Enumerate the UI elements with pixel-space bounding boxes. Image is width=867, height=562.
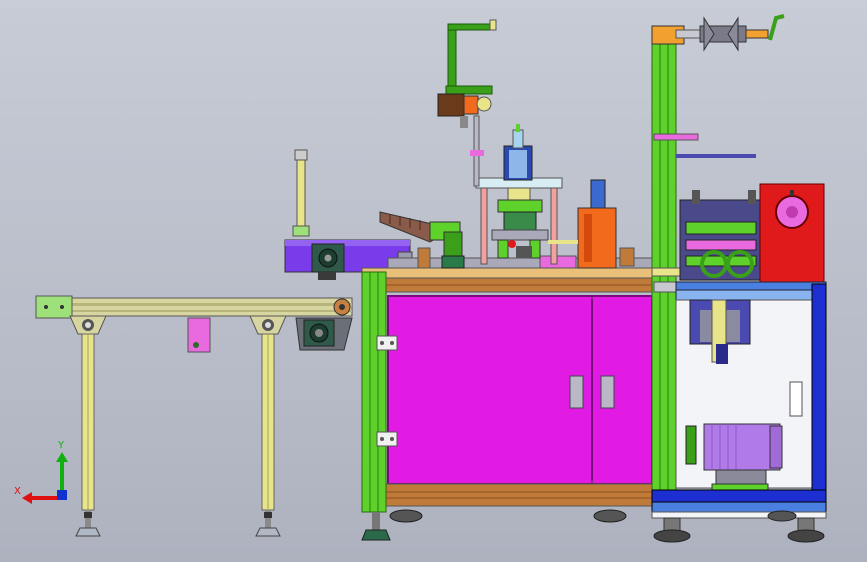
cabinet-frame-left (361, 271, 387, 513)
caster-wheel (653, 517, 691, 543)
main-cabinet (361, 267, 657, 541)
coordinate-triad (22, 452, 68, 504)
spool-motor (437, 93, 465, 117)
handwheel[interactable] (699, 14, 785, 52)
cad-viewport[interactable]: Y X (0, 0, 867, 562)
cabinet-bottom-rail (385, 483, 655, 507)
conveyor-drive-motor (295, 317, 353, 351)
right-cabinet-post (811, 283, 827, 507)
cabinet-top-plate (361, 267, 657, 279)
machine-assembly-drawing (22, 14, 827, 543)
cabinet-foot (361, 512, 391, 541)
conveyor-assembly (35, 295, 353, 537)
press-column (480, 185, 488, 265)
door-handle[interactable] (600, 375, 615, 409)
triad-y-label: Y (58, 440, 65, 451)
caster-wheel (593, 509, 627, 523)
tabletop-mechanisms (379, 19, 655, 269)
leveling-foot (75, 510, 101, 537)
triad-x-label: X (14, 486, 21, 497)
conveyor-rail (35, 297, 353, 317)
cabinet-door-left[interactable] (387, 295, 593, 485)
leveling-foot (255, 510, 281, 537)
press-column (550, 185, 558, 265)
caster-wheel (787, 517, 825, 543)
vertical-column (651, 41, 677, 513)
right-cabinet (651, 183, 827, 543)
vertical-cylinder-rod (296, 157, 306, 231)
door-handle[interactable] (569, 375, 584, 409)
orange-actuator-block (577, 179, 617, 269)
sensor-bracket (187, 317, 211, 353)
triad-z-axis (57, 490, 67, 500)
wire-spool-stand (437, 19, 497, 187)
control-box (759, 183, 825, 283)
caster-wheel (389, 509, 423, 523)
conveyor-bracket (249, 315, 287, 335)
conveyor-bracket (69, 315, 107, 335)
conveyor-end-plate (35, 295, 73, 319)
